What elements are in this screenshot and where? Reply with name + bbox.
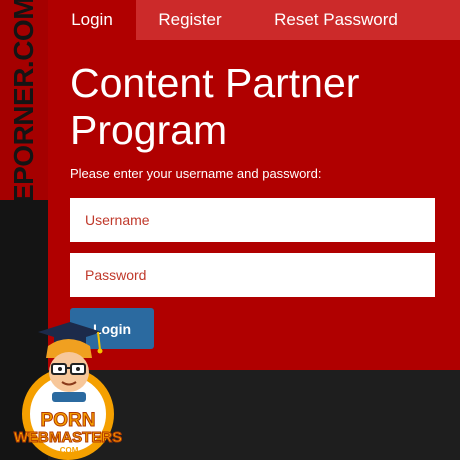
eporner-logo[interactable]: EPORNER.COM xyxy=(8,0,40,203)
tab-reset-password[interactable]: Reset Password xyxy=(244,0,428,40)
password-input[interactable] xyxy=(70,253,435,297)
badge-text-porn: PORN xyxy=(41,410,96,431)
page-title: Content Partner Program xyxy=(70,60,360,153)
badge-text-com: .COM xyxy=(58,446,79,455)
tab-register[interactable]: Register xyxy=(136,0,244,40)
pornwebmasters-badge[interactable]: PORN WEBMASTERS .COM xyxy=(8,318,128,460)
sidebar-brand-block: EPORNER.COM xyxy=(0,0,48,203)
badge-text-webmasters: WEBMASTERS xyxy=(14,429,122,446)
login-instructions: Please enter your username and password: xyxy=(70,166,322,181)
tab-login[interactable]: Login xyxy=(48,0,136,40)
mascot-shirt xyxy=(52,392,86,402)
username-input[interactable] xyxy=(70,198,435,242)
